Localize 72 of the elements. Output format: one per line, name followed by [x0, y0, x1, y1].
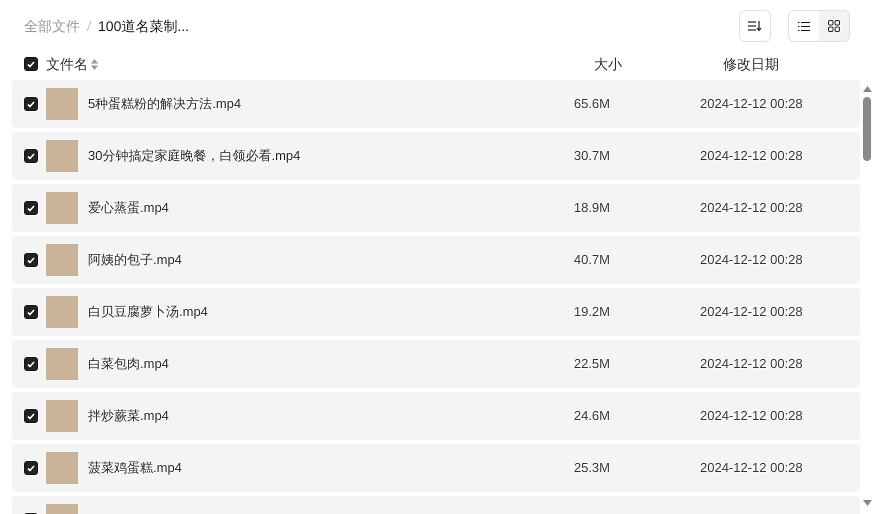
- grid-icon: [828, 20, 840, 32]
- file-name: 白贝豆腐萝卜汤.mp4: [88, 304, 208, 320]
- check-icon: [27, 412, 35, 420]
- photo-placeholder: [46, 452, 78, 484]
- photo-placeholder: [46, 400, 78, 432]
- modified-date: 2024-12-12 00:28: [700, 200, 803, 216]
- checkbox[interactable]: [24, 357, 38, 371]
- modified-date: 2024-12-12 00:28: [700, 252, 803, 268]
- check-icon: [27, 100, 35, 108]
- check-icon: [27, 204, 35, 212]
- column-header[interactable]: 文件名: [46, 54, 88, 74]
- list-icon: [798, 22, 810, 30]
- file-row[interactable]: 菠菜鸡蛋糕.mp4 25.3M 2024-12-12 00:28: [12, 444, 860, 492]
- photo-placeholder: [46, 244, 78, 276]
- checkbox[interactable]: [24, 201, 38, 215]
- checkbox[interactable]: [24, 305, 38, 319]
- photo-placeholder: [46, 192, 78, 224]
- scroll-down-icon: [862, 500, 872, 506]
- list-view-button[interactable]: [789, 11, 819, 41]
- file-size: 22.5M: [574, 356, 610, 372]
- checkbox[interactable]: [24, 57, 38, 71]
- check-icon: [27, 308, 35, 316]
- file-name: 菠菜鸡蛋糕.mp4: [88, 460, 182, 476]
- file-row[interactable]: 5种蛋糕粉的解决方法.mp4 65.6M 2024-12-12 00:28: [12, 80, 860, 128]
- modified-date: 2024-12-12 00:28: [700, 96, 803, 112]
- file-size: 25.3M: [574, 460, 610, 476]
- file-row[interactable]: 拌炒蕨菜.mp4 24.6M 2024-12-12 00:28: [12, 392, 860, 440]
- file-size: 40.7M: [574, 252, 610, 268]
- check-icon: [27, 360, 35, 368]
- checkbox[interactable]: [24, 461, 38, 475]
- file-row[interactable]: 30分钟搞定家庭晚餐，白领必看.mp4 30.7M 2024-12-12 00:28: [12, 132, 860, 180]
- file-name: 拌炒蕨菜.mp4: [88, 408, 169, 424]
- file-size: 18.9M: [574, 200, 610, 216]
- file-size: 19.2M: [574, 304, 610, 320]
- file-name: 30分钟搞定家庭晚餐，白领必看.mp4: [88, 148, 300, 164]
- modified-date: 2024-12-12 00:28: [700, 148, 803, 164]
- file-row[interactable]: 阿姨的包子.mp4 40.7M 2024-12-12 00:28: [12, 236, 860, 284]
- file-row[interactable]: 爱心蒸蛋.mp4 18.9M 2024-12-12 00:28: [12, 184, 860, 232]
- file-name: 阿姨的包子.mp4: [88, 252, 182, 268]
- separator-icon: [86, 20, 92, 32]
- column-header[interactable]: 修改日期: [723, 56, 779, 72]
- checkbox[interactable]: [24, 409, 38, 423]
- file-row[interactable]: 白菜包肉.mp4 22.5M 2024-12-12 00:28: [12, 340, 860, 388]
- sort-button[interactable]: [739, 10, 771, 42]
- scroll-up-icon: [862, 86, 872, 92]
- file-size: 30.7M: [574, 148, 610, 164]
- photo-placeholder: [46, 88, 78, 120]
- check-icon: [27, 464, 35, 472]
- modified-date: 2024-12-12 00:28: [700, 460, 803, 476]
- photo-placeholder: [46, 296, 78, 328]
- breadcrumb-item: 100道名菜制...: [98, 16, 190, 36]
- scrollbar-thumb[interactable]: [863, 97, 871, 161]
- photo-placeholder: [46, 348, 78, 380]
- file-name: 白菜包肉.mp4: [88, 356, 169, 372]
- file-name: 爱心蒸蛋.mp4: [88, 200, 169, 216]
- file-size: 65.6M: [574, 96, 610, 112]
- photo-placeholder: [46, 140, 78, 172]
- checkbox[interactable]: [24, 253, 38, 267]
- modified-date: 2024-12-12 00:28: [700, 408, 803, 424]
- file-size: 24.6M: [574, 408, 610, 424]
- file-name: 5种蛋糕粉的解决方法.mp4: [88, 96, 242, 112]
- check-icon: [27, 152, 35, 160]
- file-row[interactable]: 白贝豆腐萝卜汤.mp4 19.2M 2024-12-12 00:28: [12, 288, 860, 336]
- modified-date: 2024-12-12 00:28: [700, 304, 803, 320]
- column-header[interactable]: 大小: [594, 56, 622, 72]
- checkbox[interactable]: [24, 149, 38, 163]
- check-icon: [27, 256, 35, 264]
- sort-arrows-icon: [91, 58, 98, 70]
- checkbox[interactable]: [24, 97, 38, 111]
- check-icon: [27, 60, 35, 68]
- sort-icon: [748, 21, 762, 31]
- modified-date: 2024-12-12 00:28: [700, 356, 803, 372]
